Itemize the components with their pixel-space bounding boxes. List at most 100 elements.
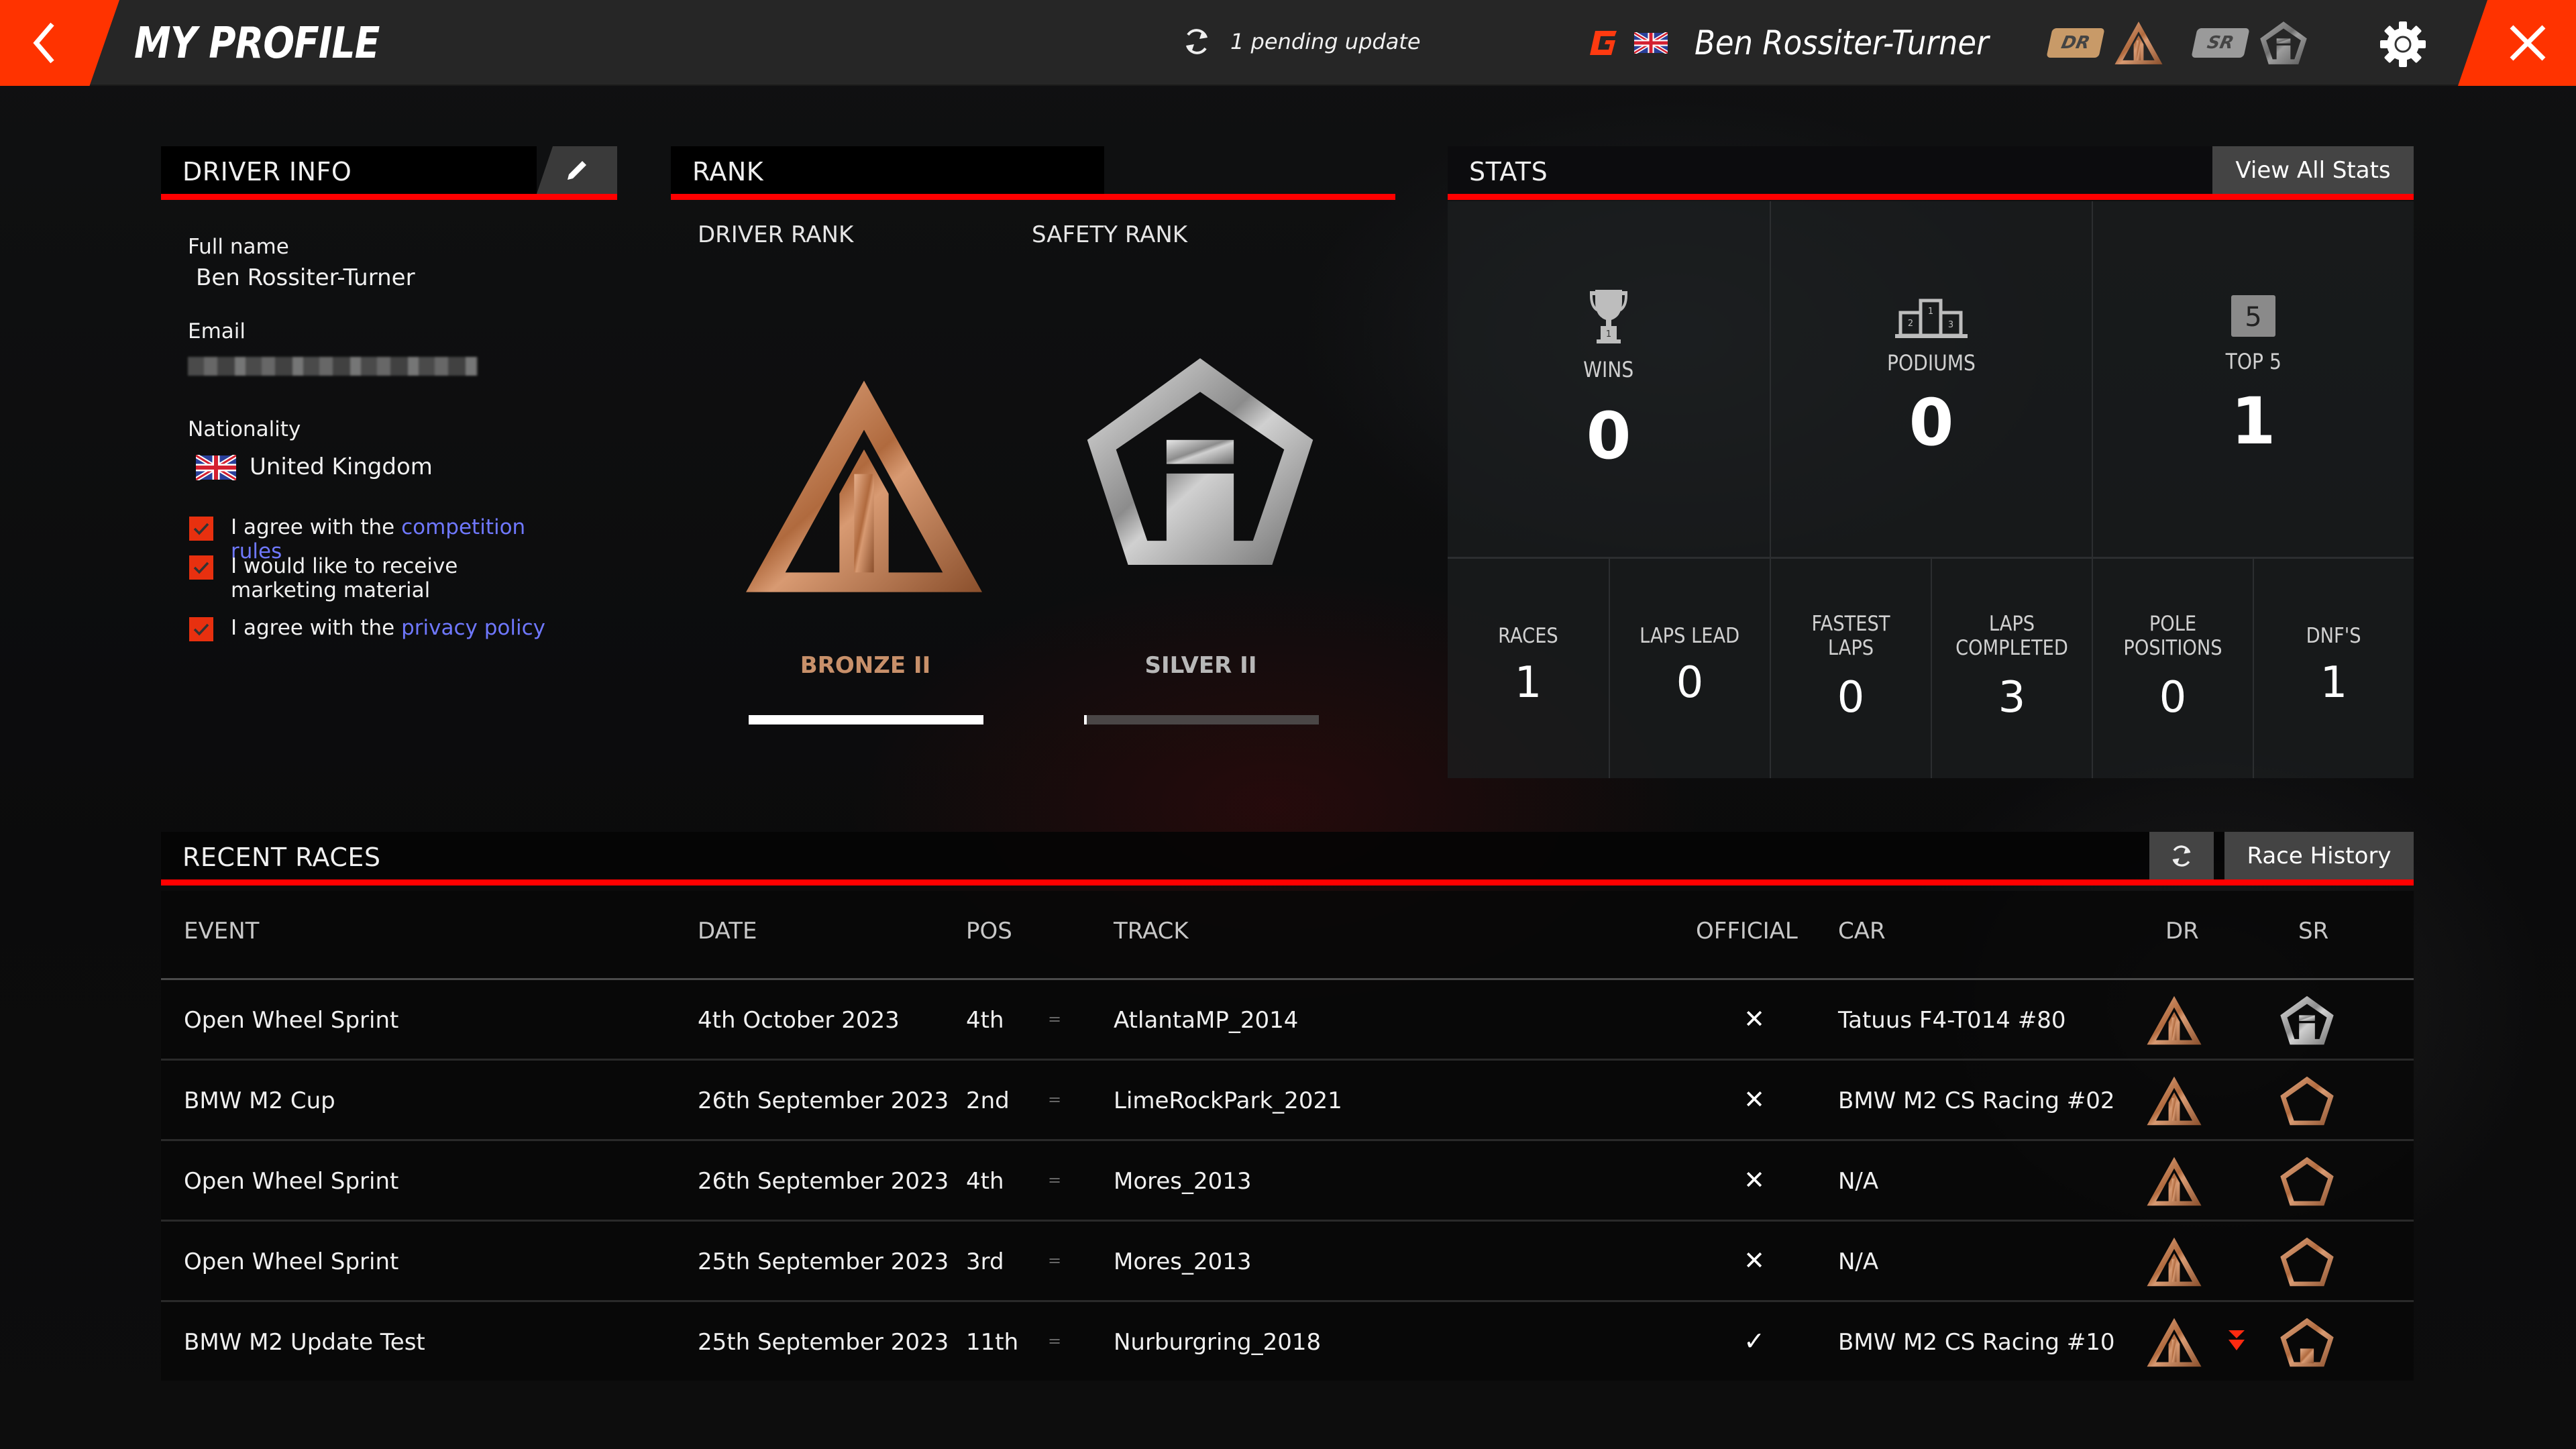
race-position: 3rd: [966, 1248, 1004, 1275]
recent-races-header: RECENT RACES Race History: [161, 832, 2414, 885]
race-car: Tatuus F4-T014 #80: [1838, 1007, 2066, 1034]
email-value-redacted: [188, 357, 478, 376]
race-date: 26th September 2023: [698, 1087, 949, 1114]
competition-rules-checkbox[interactable]: [189, 517, 213, 541]
race-history-button[interactable]: Race History: [2224, 832, 2414, 879]
stat-value: 0: [1586, 398, 1631, 474]
svg-text:1: 1: [1928, 307, 1933, 317]
stat-label: DNF'S: [2306, 624, 2361, 648]
recent-races-table: EVENT DATE POS TRACK OFFICIAL CAR DR SR …: [161, 891, 2414, 1381]
stat-dnfs: DNF'S 1: [2253, 559, 2414, 778]
race-date: 25th September 2023: [698, 1248, 949, 1275]
safety-rank-bronze-empty-icon: [2278, 1156, 2336, 1207]
stat-podiums: 2 1 3 PODIUMS 0: [1770, 201, 2092, 557]
pending-update[interactable]: 1 pending update: [1181, 25, 1421, 58]
position-change: =: [1048, 1251, 1062, 1270]
race-row[interactable]: Open Wheel Sprint 4th October 2023 4th =…: [161, 978, 2414, 1059]
stat-value: 0: [1837, 673, 1865, 722]
race-official: ✕: [1743, 1165, 1765, 1195]
driver-info-title: DRIVER INFO: [182, 157, 352, 186]
driver-rank-bronze-icon: [2145, 1075, 2203, 1126]
stat-label: PODIUMS: [1887, 350, 1976, 376]
checkmark-icon: [193, 523, 209, 535]
safety-rank-name: SILVER II: [1144, 652, 1257, 679]
driver-rank-progress-bar: [749, 715, 983, 724]
race-position: 4th: [966, 1168, 1004, 1195]
driver-info-header: DRIVER INFO: [161, 146, 617, 200]
pending-update-text: 1 pending update: [1230, 29, 1421, 54]
race-official: ✕: [1743, 1085, 1765, 1114]
race-row[interactable]: BMW M2 Cup 26th September 2023 2nd = Lim…: [161, 1059, 2414, 1139]
safety-rank-silver-icon: [2259, 19, 2308, 67]
settings-gear-icon[interactable]: [2377, 19, 2428, 70]
driver-rank-bronze-icon: [737, 376, 991, 597]
stats-body: 1 WINS 0 2 1 3 PODIUMS 0 5 TOP 5 1 RACES 1…: [1448, 201, 2414, 778]
pencil-icon: [568, 160, 586, 180]
safety-rank-bronze-empty-icon: [2278, 1075, 2336, 1126]
svg-text:3: 3: [1948, 320, 1953, 330]
close-icon: [2510, 25, 2546, 61]
race-row[interactable]: Open Wheel Sprint 25th September 2023 3r…: [161, 1220, 2414, 1300]
driver-rank-label: DRIVER RANK: [698, 221, 854, 248]
rank-title: RANK: [692, 157, 764, 186]
uk-flag-icon: [196, 455, 236, 480]
driver-rank-bronze-icon: [2145, 1156, 2203, 1207]
stat-value: 0: [2159, 673, 2187, 722]
race-official: ✕: [1743, 1004, 1765, 1034]
race-event: Open Wheel Sprint: [184, 1007, 399, 1034]
stat-label: LAPS LEAD: [1640, 624, 1740, 648]
nationality-label: Nationality: [188, 417, 301, 441]
checkbox-text: I agree with the: [231, 515, 402, 539]
uk-flag-icon: [1634, 32, 1668, 54]
race-car: N/A: [1838, 1168, 1879, 1195]
race-official: ✕: [1743, 1246, 1765, 1275]
race-row[interactable]: Open Wheel Sprint 26th September 2023 4t…: [161, 1139, 2414, 1220]
stat-value: 3: [1998, 673, 2026, 722]
edit-button[interactable]: [537, 146, 617, 194]
stats-header: STATS View All Stats: [1448, 146, 2414, 200]
race-car: N/A: [1838, 1248, 1879, 1275]
safety-rank-silver-icon: [2278, 995, 2336, 1046]
safety-rank-bronze-partial-icon: [2278, 1317, 2336, 1368]
nationality-value: United Kingdom: [250, 453, 433, 480]
header-bg: [1448, 146, 2212, 194]
full-name-value: Ben Rossiter-Turner: [196, 264, 415, 291]
race-track: Mores_2013: [1114, 1168, 1252, 1195]
race-car: BMW M2 CS Racing #02: [1838, 1087, 2115, 1114]
top5-icon: 5: [2231, 295, 2275, 337]
race-track: AtlantaMP_2014: [1114, 1007, 1299, 1034]
col-header-sr: SR: [2298, 918, 2329, 945]
race-position: 11th: [966, 1329, 1019, 1356]
stat-label: FASTEST LAPS: [1811, 612, 1890, 660]
stats-title: STATS: [1469, 157, 1548, 186]
recent-races-title: RECENT RACES: [182, 843, 381, 872]
close-button[interactable]: [2458, 0, 2576, 86]
marketing-checkbox[interactable]: [189, 555, 213, 580]
rank-down-arrow-icon: [2229, 1330, 2245, 1350]
sync-icon: [1186, 29, 1208, 54]
sr-tag: SR: [2191, 28, 2251, 58]
privacy-policy-link[interactable]: privacy policy: [401, 616, 545, 640]
col-header-track: TRACK: [1114, 918, 1189, 945]
dr-tag-label: DR: [2059, 33, 2092, 53]
stat-top5: 5 TOP 5 1: [2092, 201, 2414, 557]
position-change: =: [1048, 1090, 1062, 1109]
driver-rank-name: BRONZE II: [800, 652, 931, 679]
driver-rank-bronze-icon: [2114, 19, 2163, 67]
back-button[interactable]: [0, 0, 119, 86]
race-position: 4th: [966, 1007, 1004, 1034]
col-header-date: DATE: [698, 918, 757, 945]
brand-logo-icon: [1590, 31, 1617, 55]
stat-fastest-laps: FASTEST LAPS 0: [1770, 559, 1931, 778]
race-row[interactable]: BMW M2 Update Test 25th September 2023 1…: [161, 1300, 2414, 1381]
safety-rank-label: SAFETY RANK: [1032, 221, 1188, 248]
view-all-stats-button[interactable]: View All Stats: [2212, 146, 2414, 194]
rank-header: RANK: [671, 146, 1395, 200]
privacy-policy-checkbox[interactable]: [189, 617, 213, 641]
privacy-policy-checkbox-row: I agree with the privacy policy: [189, 616, 565, 641]
position-change: =: [1048, 1010, 1062, 1028]
stat-label: POLE POSITIONS: [2123, 612, 2222, 660]
refresh-races-button[interactable]: [2149, 832, 2214, 879]
user-summary: Ben Rossiter-Turner DR SR: [1590, 17, 2339, 68]
stat-label: WINS: [1583, 357, 1634, 382]
